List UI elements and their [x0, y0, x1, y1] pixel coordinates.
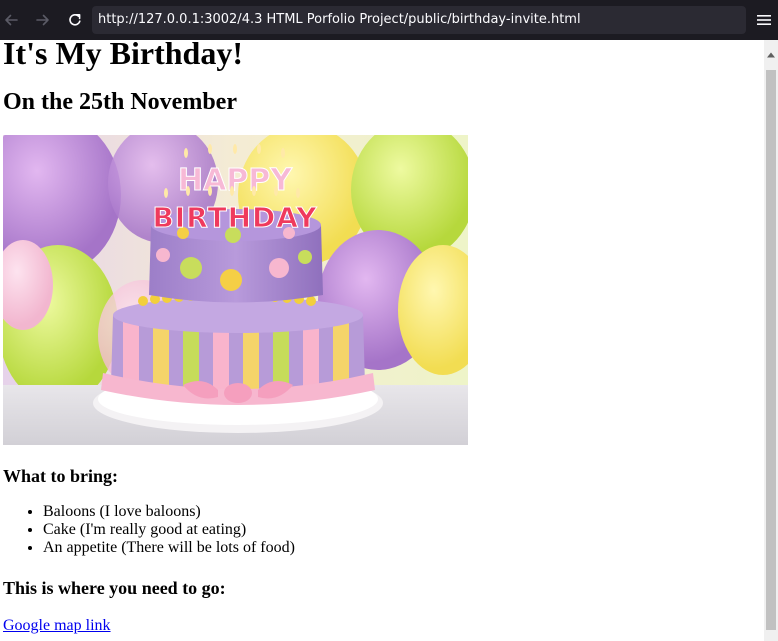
cake-illustration: HAPPY BIRTHDAY — [3, 135, 468, 445]
scroll-up-button[interactable] — [764, 40, 778, 70]
birthday-cake-image: HAPPY BIRTHDAY — [3, 135, 468, 445]
list-item: An appetite (There will be lots of food) — [43, 539, 758, 557]
candle-birthday: BIRTHDAY — [152, 201, 317, 234]
page-title: It's My Birthday! — [3, 40, 243, 71]
vertical-scrollbar[interactable] — [764, 40, 778, 641]
bring-list: Baloons (I love baloons) Cake (I'm reall… — [3, 503, 758, 557]
scrollbar-thumb[interactable] — [766, 70, 776, 630]
reload-button[interactable] — [64, 9, 86, 31]
list-item: Cake (I'm really good at eating) — [43, 521, 758, 539]
address-bar[interactable]: http://127.0.0.1:3002/4.3 HTML Porfolio … — [92, 6, 746, 34]
scroll-up-arrow-icon — [767, 52, 775, 58]
page-viewport: It's My Birthday! On the 25th November H… — [0, 40, 764, 641]
forward-arrow-icon — [36, 14, 49, 26]
back-button[interactable] — [0, 9, 22, 31]
date-heading: On the 25th November — [3, 89, 237, 115]
browser-toolbar: http://127.0.0.1:3002/4.3 HTML Porfolio … — [0, 0, 778, 40]
page-content: It's My Birthday! On the 25th November H… — [3, 40, 758, 636]
bring-heading: What to bring: — [3, 466, 119, 486]
hamburger-menu-icon — [757, 15, 771, 25]
menu-button[interactable] — [754, 10, 774, 30]
directions-heading: This is where you need to go: — [3, 578, 226, 598]
forward-button[interactable] — [32, 9, 54, 31]
address-url: http://127.0.0.1:3002/4.3 HTML Porfolio … — [98, 12, 581, 27]
back-arrow-icon — [5, 14, 18, 26]
reload-icon — [69, 13, 81, 26]
list-item: Baloons (I love baloons) — [43, 503, 758, 521]
google-map-link[interactable]: Google map link — [3, 616, 111, 636]
